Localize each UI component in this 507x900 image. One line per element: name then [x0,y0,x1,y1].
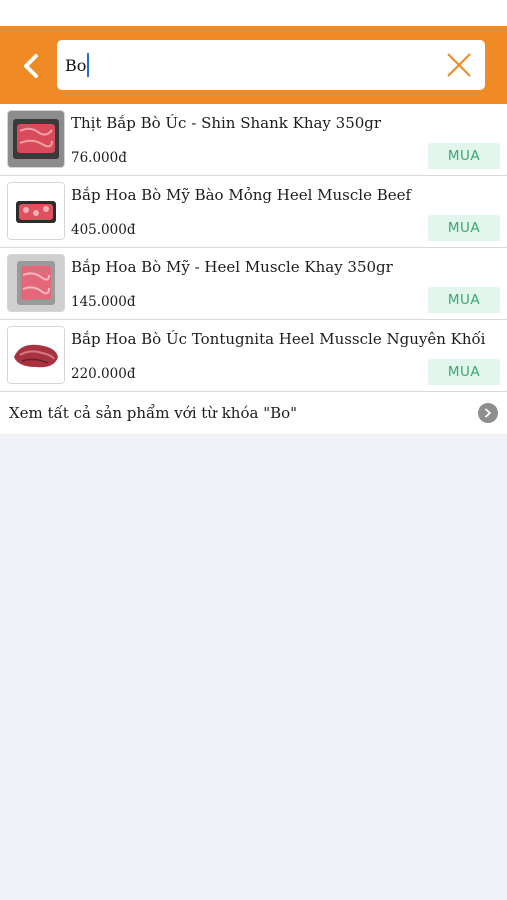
product-price: 220.000đ [71,366,136,382]
see-all-results-link[interactable]: Xem tất cả sản phẩm với từ khóa "Bo" [0,392,507,435]
product-name[interactable]: Bắp Hoa Bò Mỹ Bào Mỏng Heel Muscle Beef [71,186,499,204]
product-price: 405.000đ [71,222,136,238]
buy-button[interactable]: MUA [428,215,500,241]
product-image[interactable] [7,254,65,312]
product-price: 76.000đ [71,150,127,166]
search-header [0,26,507,104]
product-item[interactable]: Bắp Hoa Bò Mỹ Bào Mỏng Heel Muscle Beef … [0,176,507,248]
search-box[interactable] [57,40,485,90]
chevron-left-icon [24,54,38,78]
text-caret [87,53,89,77]
search-input[interactable] [65,40,435,90]
see-all-label: Xem tất cả sản phẩm với từ khóa "Bo" [9,404,298,422]
product-image[interactable] [7,326,65,384]
product-item[interactable]: Bắp Hoa Bò Úc Tontugnita Heel Musscle Ng… [0,320,507,392]
sliced-beef-pack-image [8,183,64,239]
clear-search-button[interactable] [445,51,473,79]
back-button[interactable] [14,50,48,82]
tray-of-beef-image [8,111,64,167]
product-image[interactable] [7,110,65,168]
product-price: 145.000đ [71,294,136,310]
product-item[interactable]: Bắp Hoa Bò Mỹ - Heel Muscle Khay 350gr 1… [0,248,507,320]
search-results-list: Thịt Bắp Bò Úc - Shin Shank Khay 350gr 7… [0,104,507,435]
product-name[interactable]: Thịt Bắp Bò Úc - Shin Shank Khay 350gr [71,114,499,132]
product-name[interactable]: Bắp Hoa Bò Mỹ - Heel Muscle Khay 350gr [71,258,499,276]
tray-of-beef-image [8,255,64,311]
chevron-right-icon [478,403,498,423]
close-icon [447,53,471,77]
product-name[interactable]: Bắp Hoa Bò Úc Tontugnita Heel Musscle Ng… [71,330,499,348]
buy-button[interactable]: MUA [428,143,500,169]
product-image[interactable] [7,182,65,240]
product-item[interactable]: Thịt Bắp Bò Úc - Shin Shank Khay 350gr 7… [0,104,507,176]
whole-beef-cut-image [8,327,64,383]
buy-button[interactable]: MUA [428,287,500,313]
status-bar [0,0,507,26]
buy-button[interactable]: MUA [428,359,500,385]
